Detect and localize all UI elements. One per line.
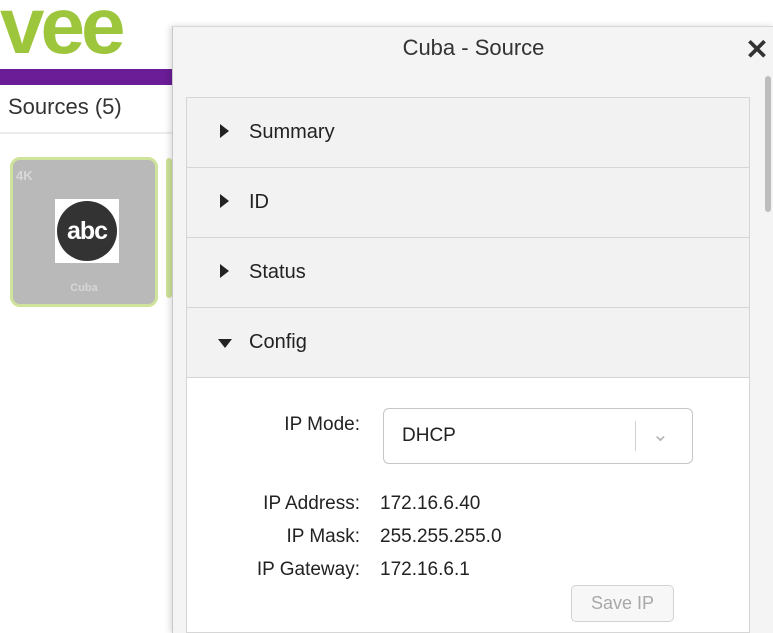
- source-tile-name: Cuba: [70, 282, 98, 294]
- sources-divider: [0, 132, 175, 134]
- caret-right-icon: [220, 124, 229, 138]
- section-label: Summary: [249, 121, 335, 143]
- ip-mode-value: DHCP: [402, 425, 456, 446]
- select-separator: [635, 421, 636, 451]
- section-status[interactable]: Status: [187, 238, 749, 308]
- scrollbar[interactable]: [763, 76, 773, 632]
- trademark-mark: ™: [118, 46, 126, 66]
- ip-address-label: IP Address:: [263, 493, 360, 514]
- abc-logo: abc: [57, 201, 117, 261]
- settings-accordion: Summary ID Status Config IP Mode: DHCP ⌄…: [186, 97, 750, 633]
- scrollbar-thumb[interactable]: [765, 76, 771, 212]
- section-summary[interactable]: Summary: [187, 98, 749, 168]
- save-ip-button[interactable]: Save IP: [571, 585, 674, 622]
- resolution-badge: 4K: [16, 168, 33, 183]
- ip-address-value: 172.16.6.40: [380, 493, 481, 514]
- section-label: ID: [249, 191, 269, 213]
- ip-gateway-value: 172.16.6.1: [380, 559, 470, 580]
- ip-gateway-label: IP Gateway:: [256, 559, 360, 580]
- ip-mode-label: IP Mode:: [284, 414, 360, 435]
- channel-logo: abc: [55, 199, 119, 263]
- section-id[interactable]: ID: [187, 168, 749, 238]
- modal-title: Cuba - Source: [402, 35, 545, 60]
- section-label: Status: [249, 261, 306, 283]
- ip-mask-label: IP Mask:: [286, 526, 360, 547]
- logo-text: vee: [0, 0, 126, 66]
- source-modal: Cuba - Source ✕ Summary ID Status Config…: [172, 26, 773, 633]
- ip-mode-select[interactable]: DHCP ⌄: [383, 408, 693, 464]
- sources-heading: Sources (5): [8, 94, 122, 119]
- close-button[interactable]: ✕: [744, 36, 770, 64]
- brand-logo: vee ™: [0, 0, 175, 66]
- section-config[interactable]: Config: [187, 308, 749, 378]
- source-tile[interactable]: 4K abc Cuba: [10, 157, 158, 307]
- caret-right-icon: [220, 264, 229, 278]
- header-bar: [0, 69, 175, 85]
- section-label: Config: [249, 331, 307, 353]
- chevron-down-icon: ⌄: [652, 424, 669, 446]
- caret-right-icon: [220, 194, 229, 208]
- caret-down-icon: [218, 339, 232, 348]
- ip-mask-value: 255.255.255.0: [380, 526, 502, 547]
